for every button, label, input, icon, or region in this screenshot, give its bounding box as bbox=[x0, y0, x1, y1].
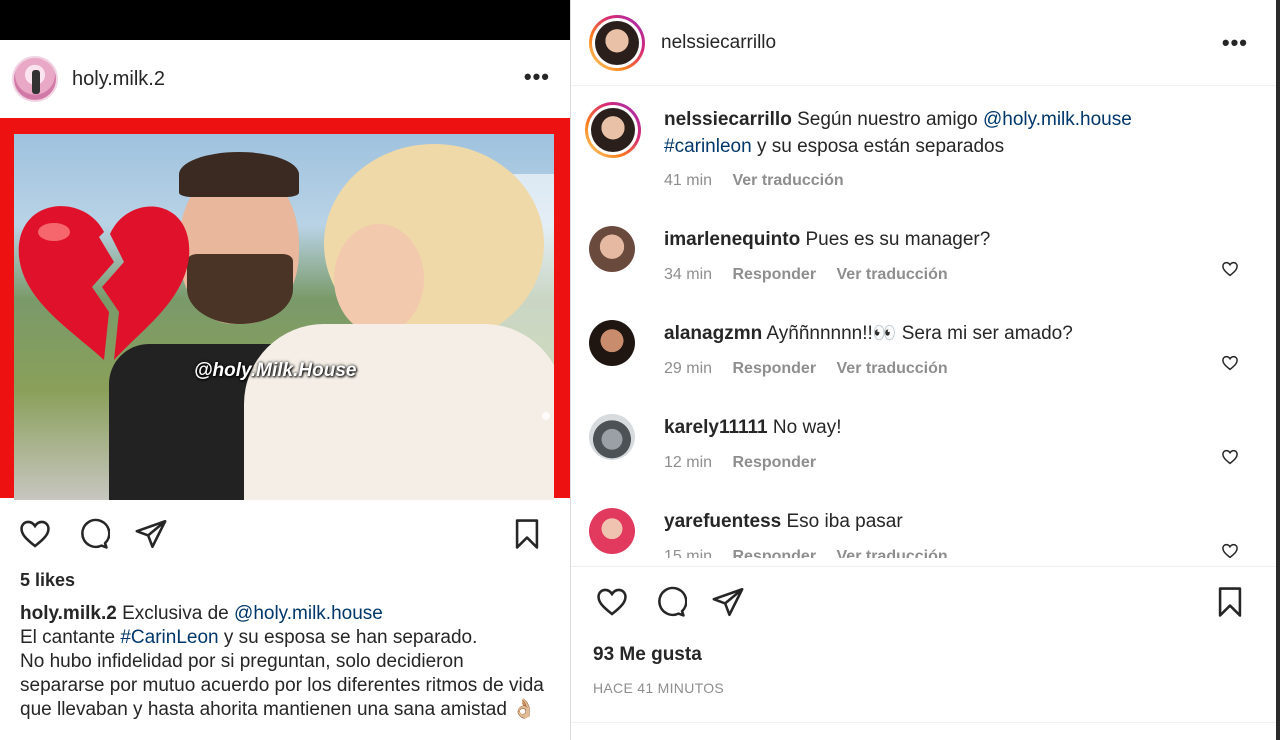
caption-hashtag-link[interactable]: #CarinLeon bbox=[120, 627, 218, 648]
broken-heart-icon bbox=[18, 206, 190, 360]
actions-divider bbox=[571, 566, 1277, 567]
comment-time: 12 min bbox=[664, 454, 713, 471]
comment-text-row: yarefuentess Eso iba pasar bbox=[664, 508, 1224, 535]
couple-photo: @holy.Milk.House bbox=[14, 134, 554, 500]
top-black-bar bbox=[0, 0, 570, 40]
caption-avatar[interactable] bbox=[585, 102, 641, 158]
comment-username[interactable]: nelssiecarrillo bbox=[664, 109, 792, 130]
bookmark-icon[interactable] bbox=[508, 515, 546, 553]
reply-button[interactable]: Responder bbox=[732, 266, 816, 283]
share-icon[interactable] bbox=[132, 515, 170, 553]
comment-avatar[interactable] bbox=[589, 508, 635, 554]
comment-text: y su esposa están separados bbox=[751, 136, 1005, 157]
left-caption: holy.milk.2 Exclusiva de @holy.milk.hous… bbox=[20, 602, 550, 722]
comment-avatar[interactable] bbox=[589, 320, 635, 366]
comment-meta: 12 min Responder bbox=[664, 454, 832, 472]
heart-icon[interactable] bbox=[16, 515, 54, 553]
left-action-bar bbox=[16, 514, 546, 554]
caption-body: No hubo infidelidad por si preguntan, so… bbox=[20, 651, 544, 720]
caption-intro: Exclusiva de bbox=[116, 603, 235, 624]
right-avatar[interactable] bbox=[589, 14, 645, 71]
window-edge bbox=[1276, 0, 1280, 740]
comment-icon[interactable] bbox=[74, 515, 112, 553]
left-more-icon[interactable]: ••• bbox=[524, 64, 550, 90]
comment-username[interactable]: karely11111 bbox=[664, 417, 768, 438]
left-like-count[interactable]: 5 likes bbox=[20, 570, 75, 591]
translate-button[interactable]: Ver traducción bbox=[732, 172, 843, 189]
right-more-icon[interactable]: ••• bbox=[1222, 30, 1248, 56]
translate-button[interactable]: Ver traducción bbox=[837, 360, 948, 377]
comment-meta: 34 min Responder Ver traducción bbox=[664, 266, 964, 284]
carousel-indicator bbox=[542, 412, 550, 420]
right-post-header: nelssiecarrillo bbox=[571, 0, 1277, 86]
heart-icon[interactable] bbox=[593, 583, 631, 621]
left-post-image[interactable]: @holy.Milk.House bbox=[0, 118, 570, 500]
post-timestamp: HACE 41 MINUTOS bbox=[593, 680, 725, 696]
comment-username[interactable]: imarlenequinto bbox=[664, 229, 800, 250]
caption-mention-link[interactable]: @holy.milk.house bbox=[234, 603, 383, 624]
bookmark-icon[interactable] bbox=[1211, 583, 1249, 621]
share-icon[interactable] bbox=[709, 583, 747, 621]
comment-time: 15 min bbox=[664, 548, 713, 558]
left-username[interactable]: holy.milk.2 bbox=[72, 68, 165, 91]
comment-like-icon[interactable] bbox=[1221, 354, 1239, 372]
comment-text: Eso iba pasar bbox=[781, 511, 903, 532]
bride-figure bbox=[244, 134, 554, 500]
comment-username[interactable]: yarefuentess bbox=[664, 511, 781, 532]
translate-button[interactable]: Ver traducción bbox=[837, 266, 948, 283]
caption-comment-text: nelssiecarrillo Según nuestro amigo @hol… bbox=[664, 106, 1224, 160]
bottom-divider bbox=[571, 722, 1277, 723]
comment-icon[interactable] bbox=[651, 583, 689, 621]
left-avatar[interactable] bbox=[12, 56, 58, 102]
comment-text-row: imarlenequinto Pues es su manager? bbox=[664, 226, 1224, 253]
image-watermark: @holy.Milk.House bbox=[194, 360, 357, 381]
comment-time: 34 min bbox=[664, 266, 713, 283]
right-post: nelssiecarrillo ••• nelssiecarrillo Segú… bbox=[570, 0, 1277, 740]
reply-button[interactable]: Responder bbox=[732, 360, 816, 377]
comment-avatar[interactable] bbox=[589, 226, 635, 272]
screenshot: holy.milk.2 ••• @holy.Milk.House 5 likes… bbox=[0, 0, 1280, 740]
reply-button[interactable]: Responder bbox=[732, 454, 816, 471]
right-like-count[interactable]: 93 Me gusta bbox=[593, 644, 702, 666]
comment-like-icon[interactable] bbox=[1221, 542, 1239, 558]
comment-meta: 15 min Responder Ver traducción bbox=[664, 548, 964, 558]
comment-mention-link[interactable]: @holy.milk.house bbox=[983, 109, 1132, 130]
comment-avatar[interactable] bbox=[589, 414, 635, 460]
comment-time: 29 min bbox=[664, 360, 713, 377]
reply-button[interactable]: Responder bbox=[732, 548, 816, 558]
left-post-header: holy.milk.2 bbox=[0, 40, 570, 118]
left-post: holy.milk.2 ••• @holy.Milk.House 5 likes… bbox=[0, 0, 570, 740]
comment-text-row: alanagzmn Ayññnnnnn!!👀 Sera mi ser amado… bbox=[664, 320, 1224, 347]
comment-text: Pues es su manager? bbox=[800, 229, 991, 250]
comment-time: 41 min bbox=[664, 172, 713, 189]
comment-text: Según nuestro amigo bbox=[791, 109, 983, 130]
caption-username[interactable]: holy.milk.2 bbox=[20, 603, 117, 624]
caption-line2-post: y su esposa se han separado. bbox=[218, 627, 478, 648]
comment-hashtag-link[interactable]: #carinleon bbox=[664, 136, 752, 157]
comment-like-icon[interactable] bbox=[1221, 448, 1239, 466]
caption-line2-pre: El cantante bbox=[20, 627, 121, 648]
comments-list[interactable]: nelssiecarrillo Según nuestro amigo @hol… bbox=[571, 86, 1277, 558]
comment-text: No way! bbox=[767, 417, 842, 438]
comment-text-row: karely11111 No way! bbox=[664, 414, 1224, 441]
right-username[interactable]: nelssiecarrillo bbox=[661, 32, 776, 54]
translate-button[interactable]: Ver traducción bbox=[837, 548, 948, 558]
comment-meta: 41 min Ver traducción bbox=[664, 172, 860, 190]
comment-meta: 29 min Responder Ver traducción bbox=[664, 360, 964, 378]
comment-username[interactable]: alanagzmn bbox=[664, 323, 762, 344]
comment-like-icon[interactable] bbox=[1221, 260, 1239, 278]
right-action-bar bbox=[593, 582, 1249, 622]
comment-text: Ayññnnnnn!!👀 Sera mi ser amado? bbox=[762, 323, 1073, 344]
